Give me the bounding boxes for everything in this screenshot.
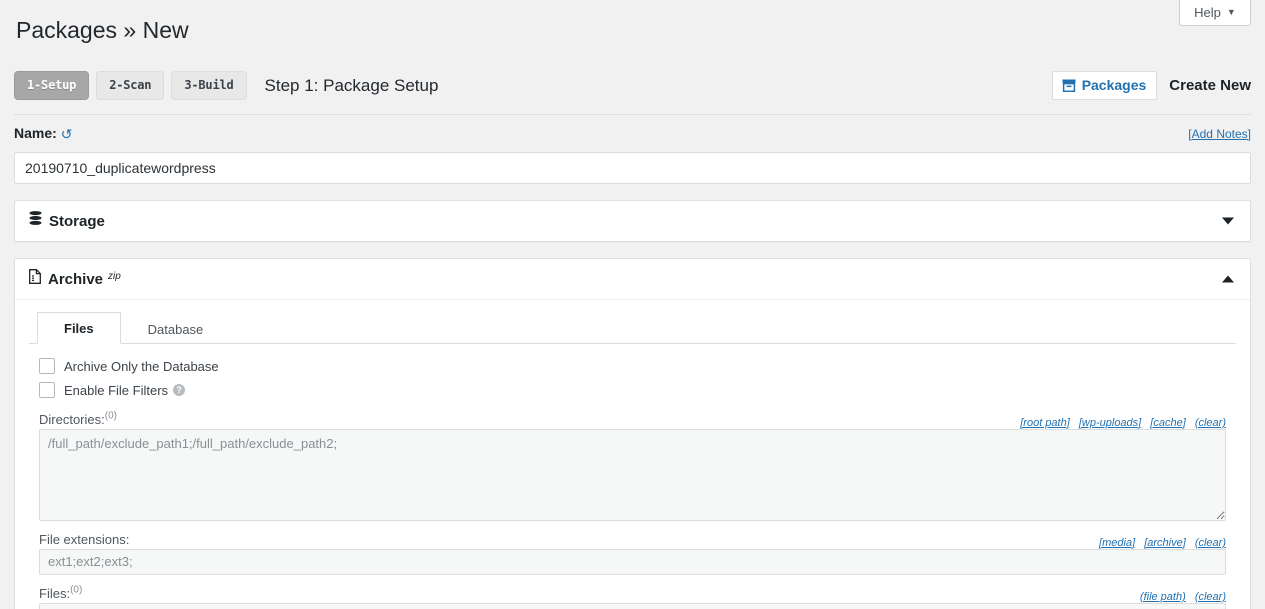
- file-icon: [29, 269, 41, 285]
- database-icon: [29, 211, 42, 226]
- archive-title-text: Archive: [48, 271, 104, 289]
- files-label: Files:(0): [39, 584, 83, 602]
- archive-only-database-checkbox[interactable]: [39, 358, 55, 375]
- files-tab-content: Archive Only the Database Enable File Fi…: [29, 344, 1236, 609]
- directories-link-clear[interactable]: (clear): [1195, 417, 1226, 429]
- tab-files[interactable]: Files: [37, 311, 121, 344]
- file-extensions-field-header: File extensions: [media] [archive] (clea…: [39, 531, 1226, 549]
- files-link-clear[interactable]: (clear): [1195, 591, 1226, 603]
- help-label: Help: [1194, 5, 1221, 20]
- directories-label-text: Directories:: [39, 412, 105, 428]
- refresh-icon[interactable]: ↺: [61, 126, 73, 143]
- add-notes-link[interactable]: [Add Notes]: [1188, 127, 1251, 141]
- chevron-down-icon[interactable]: [1222, 217, 1234, 225]
- archive-tabs: Files Database: [29, 311, 1236, 344]
- directories-field-header: Directories:(0) [root path] [wp-uploads]…: [39, 411, 1226, 429]
- files-field-header: Files:(0) (file path) (clear): [39, 585, 1226, 603]
- archive-panel-header[interactable]: Archive zip: [15, 259, 1250, 299]
- file-extensions-link-clear[interactable]: (clear): [1195, 537, 1226, 549]
- file-extensions-label: File extensions:: [39, 531, 130, 547]
- name-row: Name: ↺ [Add Notes]: [14, 125, 1251, 147]
- checkbox-row-enable-file-filters: Enable File Filters ?: [39, 380, 1226, 401]
- create-new-label: Create New: [1169, 77, 1251, 95]
- step-heading: Step 1: Package Setup: [264, 75, 439, 95]
- help-circle-icon[interactable]: ?: [173, 384, 186, 397]
- file-extensions-links: [media] [archive] (clear): [1093, 537, 1226, 549]
- files-textarea[interactable]: [39, 602, 1226, 609]
- step-bar: 1-Setup 2-Scan 3-Build Step 1: Package S…: [14, 68, 1251, 104]
- packages-button[interactable]: Packages: [1051, 71, 1158, 101]
- storage-panel-header[interactable]: Storage: [15, 201, 1250, 241]
- enable-file-filters-checkbox[interactable]: [39, 382, 55, 399]
- directories-link-wp-uploads[interactable]: [wp-uploads]: [1079, 417, 1141, 429]
- files-count: (0): [70, 584, 83, 596]
- checkbox-row-archive-only-database: Archive Only the Database: [39, 356, 1226, 377]
- name-label: Name:: [14, 124, 57, 141]
- storage-panel: Storage: [14, 199, 1251, 242]
- directories-link-cache[interactable]: [cache]: [1150, 417, 1185, 429]
- archive-box-icon: [1062, 79, 1076, 92]
- storage-title-text: Storage: [49, 213, 105, 231]
- chevron-down-icon: ▼: [1226, 7, 1236, 17]
- enable-file-filters-label: Enable File Filters ?: [64, 382, 186, 398]
- packages-button-label: Packages: [1081, 77, 1147, 94]
- page-title: Packages » New: [16, 17, 189, 43]
- directories-textarea[interactable]: [39, 428, 1226, 521]
- archive-panel-body: Files Database Archive Only the Database…: [15, 298, 1250, 609]
- files-links: (file path) (clear): [1134, 591, 1226, 603]
- directories-label: Directories:(0): [39, 410, 117, 428]
- step-bar-divider: [14, 113, 1251, 115]
- archive-format-superscript: zip: [108, 271, 121, 283]
- enable-file-filters-text: Enable File Filters: [64, 382, 169, 398]
- directories-count: (0): [104, 410, 117, 422]
- package-name-input[interactable]: [14, 151, 1251, 184]
- archive-panel: Archive zip Files Database Archive Only …: [14, 257, 1251, 609]
- files-link-file-path[interactable]: (file path): [1140, 591, 1186, 603]
- step-tab-build[interactable]: 3-Build: [171, 71, 247, 101]
- archive-panel-title: Archive zip: [29, 269, 123, 288]
- step-tab-setup[interactable]: 1-Setup: [14, 71, 90, 101]
- step-bar-actions: Packages Create New: [1051, 68, 1251, 104]
- storage-panel-title: Storage: [29, 211, 105, 230]
- directories-links: [root path] [wp-uploads] [cache] (clear): [1014, 417, 1226, 429]
- tab-database[interactable]: Database: [121, 313, 231, 344]
- archive-only-database-label: Archive Only the Database: [64, 358, 219, 374]
- directories-link-root-path[interactable]: [root path]: [1020, 417, 1070, 429]
- file-extensions-link-media[interactable]: [media]: [1099, 537, 1135, 549]
- chevron-up-icon[interactable]: [1222, 275, 1234, 283]
- file-extensions-link-archive[interactable]: [archive]: [1144, 537, 1186, 549]
- step-tab-scan[interactable]: 2-Scan: [96, 71, 165, 101]
- help-button[interactable]: Help ▼: [1179, 0, 1251, 26]
- file-extensions-input[interactable]: [39, 548, 1226, 575]
- step-tabs: 1-Setup 2-Scan 3-Build: [14, 71, 247, 101]
- files-label-text: Files:: [39, 586, 71, 602]
